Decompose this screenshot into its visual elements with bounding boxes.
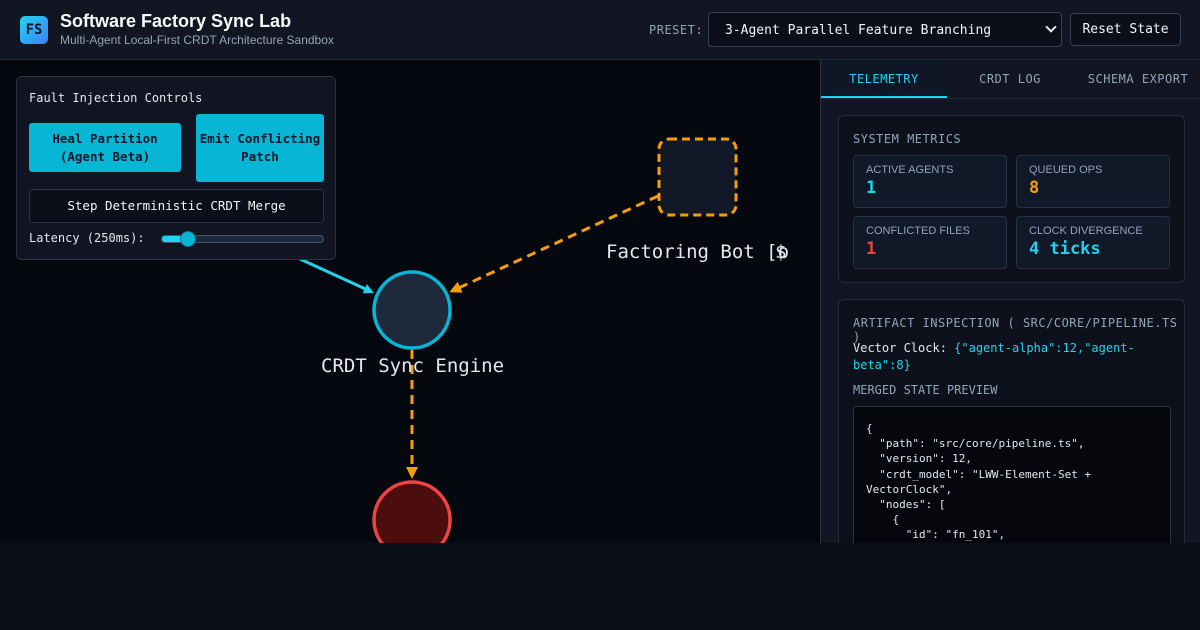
inspector-panel: TELEMETRY CRDT LOG SCHEMA EXPORT SYSTEM … <box>820 60 1200 543</box>
sync-engine-label: CRDT Sync Engine <box>321 355 505 377</box>
vector-clock: Vector Clock: {"agent-alpha":12,"agent-b… <box>853 340 1173 374</box>
latency-slider-thumb[interactable] <box>179 231 196 247</box>
metric-active-agents: ACTIVE AGENTS 1 <box>853 155 1007 208</box>
metric-clock-divergence: CLOCK DIVERGENCE 4 ticks <box>1016 216 1170 269</box>
system-metrics-title: SYSTEM METRICS <box>853 132 962 146</box>
heal-partition-button[interactable]: Heal Partition (Agent Beta) <box>29 123 181 172</box>
metric-value: 1 <box>866 178 877 198</box>
metric-conflicted-files: CONFLICTED FILES 1 <box>853 216 1007 269</box>
metric-label: ACTIVE AGENTS <box>866 164 954 176</box>
vector-clock-label: Vector Clock: <box>853 341 947 355</box>
app-logo: FS <box>20 16 48 44</box>
preset-select-value: 3-Agent Parallel Feature Branching <box>725 23 992 38</box>
tabs-divider <box>821 98 1200 99</box>
tab-schema-export[interactable]: SCHEMA EXPORT <box>1075 60 1200 98</box>
emit-conflicting-patch-button[interactable]: Emit Conflicting Patch <box>196 114 324 182</box>
chevron-down-icon <box>1045 21 1057 33</box>
conflict-node[interactable] <box>372 480 452 543</box>
sync-engine-node[interactable] <box>372 270 452 350</box>
edge-alpha-to-engine <box>299 257 374 294</box>
metric-queued-ops: QUEUED OPS 8 <box>1016 155 1170 208</box>
metric-value: 4 ticks <box>1029 239 1101 259</box>
latency-slider[interactable] <box>161 231 324 247</box>
tab-crdt-log[interactable]: CRDT LOG <box>947 60 1073 98</box>
merged-state-code: { "path": "src/core/pipeline.ts", "versi… <box>866 422 1092 542</box>
app-header: FS Software Factory Sync Lab Multi-Agent… <box>0 0 1200 60</box>
app-title: Software Factory Sync Lab <box>60 11 292 31</box>
tab-telemetry[interactable]: TELEMETRY <box>821 60 947 98</box>
latency-label: Latency (250ms): <box>29 231 145 245</box>
metric-label: CLOCK DIVERGENCE <box>1029 225 1143 237</box>
metric-value: 8 <box>1029 178 1040 198</box>
metric-label: QUEUED OPS <box>1029 164 1103 176</box>
reset-state-button[interactable]: Reset State <box>1070 13 1181 46</box>
fault-panel-title: Fault Injection Controls <box>29 91 203 105</box>
artifact-inspection-card: ARTIFACT INSPECTION ( SRC/CORE/PIPELINE.… <box>838 299 1185 543</box>
merged-state-title: MERGED STATE PREVIEW <box>853 383 998 397</box>
system-metrics-card: SYSTEM METRICS ACTIVE AGENTS 1 QUEUED OP… <box>838 115 1185 283</box>
metric-value: 1 <box>866 239 877 259</box>
metric-label: CONFLICTED FILES <box>866 225 970 237</box>
page-footer-space <box>0 543 1200 630</box>
merged-state-preview[interactable]: { "path": "src/core/pipeline.ts", "versi… <box>853 406 1171 543</box>
fault-injection-panel: Fault Injection Controls Heal Partition … <box>16 76 336 260</box>
preset-label: PRESET: <box>649 23 704 37</box>
preset-select[interactable]: 3-Agent Parallel Feature Branching <box>708 12 1062 47</box>
refactor-bot-label: Factoring Bot [o <box>606 241 790 263</box>
app-subtitle: Multi-Agent Local-First CRDT Architectur… <box>60 33 334 47</box>
refactor-bot-label-tail: $ <box>775 241 787 263</box>
refactor-bot-node[interactable] <box>657 137 738 217</box>
step-crdt-merge-button[interactable]: Step Deterministic CRDT Merge <box>29 189 324 223</box>
